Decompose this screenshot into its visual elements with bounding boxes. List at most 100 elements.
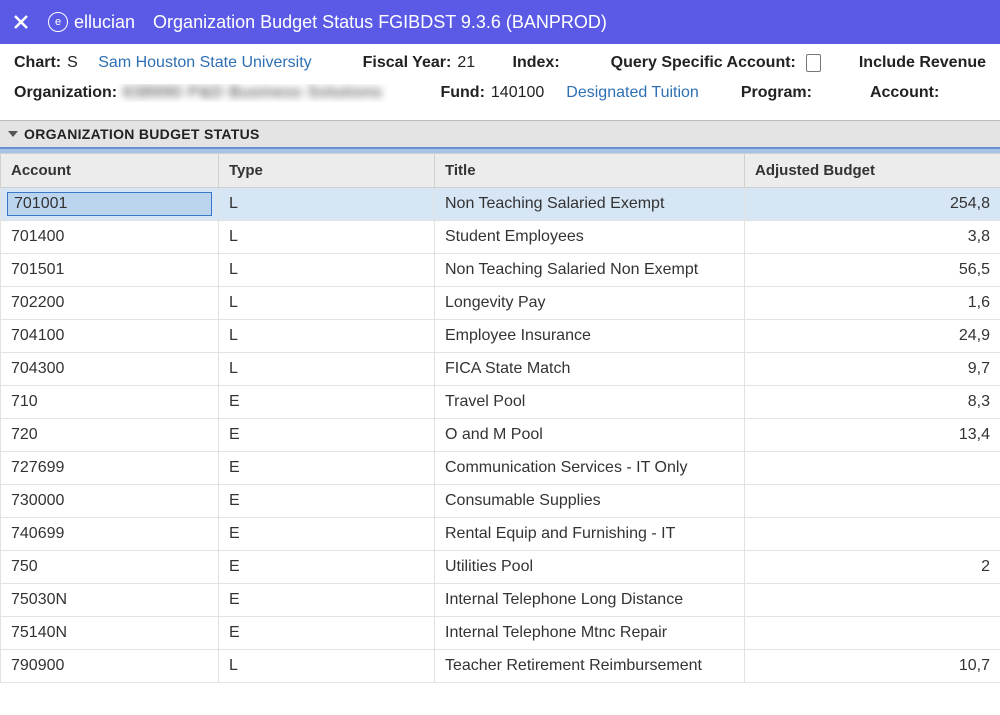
- account-label: Account:: [870, 84, 939, 102]
- cell-type[interactable]: L: [219, 287, 435, 320]
- table-row[interactable]: 720EO and M Pool13,4: [1, 419, 1000, 452]
- chart-label: Chart:: [14, 54, 61, 72]
- cell-adjusted-budget[interactable]: [745, 452, 1000, 485]
- cell-account[interactable]: 704300: [1, 353, 219, 386]
- chart-link[interactable]: Sam Houston State University: [98, 54, 311, 72]
- fiscal-year-value: 21: [457, 54, 475, 72]
- table-row[interactable]: 75030NEInternal Telephone Long Distance: [1, 584, 1000, 617]
- cell-type[interactable]: E: [219, 617, 435, 650]
- cell-type[interactable]: L: [219, 221, 435, 254]
- cell-title[interactable]: Student Employees: [435, 221, 745, 254]
- cell-adjusted-budget[interactable]: 1,6: [745, 287, 1000, 320]
- table-row[interactable]: 730000EConsumable Supplies: [1, 485, 1000, 518]
- brand: e ellucian: [48, 12, 135, 33]
- cell-adjusted-budget[interactable]: 56,5: [745, 254, 1000, 287]
- cell-account[interactable]: 701001: [1, 188, 219, 221]
- cell-title[interactable]: Consumable Supplies: [435, 485, 745, 518]
- cell-title[interactable]: Employee Insurance: [435, 320, 745, 353]
- index-label: Index:: [513, 54, 560, 72]
- cell-type[interactable]: E: [219, 518, 435, 551]
- cell-adjusted-budget[interactable]: [745, 518, 1000, 551]
- fund-label: Fund:: [440, 84, 484, 102]
- cell-adjusted-budget[interactable]: 2: [745, 551, 1000, 584]
- table-row[interactable]: 701001 LNon Teaching Salaried Exempt254,8: [1, 188, 1000, 221]
- cell-account[interactable]: 720: [1, 419, 219, 452]
- table-row[interactable]: 750EUtilities Pool2: [1, 551, 1000, 584]
- cell-adjusted-budget[interactable]: 3,8: [745, 221, 1000, 254]
- cell-adjusted-budget[interactable]: [745, 485, 1000, 518]
- table-row[interactable]: 701501LNon Teaching Salaried Non Exempt5…: [1, 254, 1000, 287]
- col-header-title[interactable]: Title: [435, 154, 745, 188]
- cell-account[interactable]: 730000: [1, 485, 219, 518]
- cell-type[interactable]: L: [219, 254, 435, 287]
- cell-type[interactable]: E: [219, 419, 435, 452]
- table-row[interactable]: 701400LStudent Employees3,8: [1, 221, 1000, 254]
- account-input[interactable]: 701001: [7, 192, 212, 216]
- cell-title[interactable]: Communication Services - IT Only: [435, 452, 745, 485]
- table-row[interactable]: 704300LFICA State Match9,7: [1, 353, 1000, 386]
- cell-adjusted-budget[interactable]: 24,9: [745, 320, 1000, 353]
- cell-type[interactable]: E: [219, 584, 435, 617]
- query-specific-label: Query Specific Account:: [611, 54, 796, 72]
- fund-link[interactable]: Designated Tuition: [566, 84, 699, 102]
- cell-adjusted-budget[interactable]: 10,7: [745, 650, 1000, 683]
- fiscal-year-label: Fiscal Year:: [363, 54, 452, 72]
- table-row[interactable]: 727699ECommunication Services - IT Only: [1, 452, 1000, 485]
- cell-account[interactable]: 710: [1, 386, 219, 419]
- col-header-budget[interactable]: Adjusted Budget: [745, 154, 1000, 188]
- table-row[interactable]: 790900LTeacher Retirement Reimbursement1…: [1, 650, 1000, 683]
- cell-title[interactable]: Utilities Pool: [435, 551, 745, 584]
- cell-title[interactable]: Internal Telephone Mtnc Repair: [435, 617, 745, 650]
- cell-adjusted-budget[interactable]: [745, 584, 1000, 617]
- query-specific-checkbox[interactable]: [806, 54, 822, 72]
- cell-account[interactable]: 790900: [1, 650, 219, 683]
- collapse-toggle-icon[interactable]: [8, 131, 18, 137]
- col-header-type[interactable]: Type: [219, 154, 435, 188]
- cell-title[interactable]: Internal Telephone Long Distance: [435, 584, 745, 617]
- table-row[interactable]: 710ETravel Pool8,3: [1, 386, 1000, 419]
- cell-title[interactable]: Longevity Pay: [435, 287, 745, 320]
- cell-adjusted-budget[interactable]: 254,8: [745, 188, 1000, 221]
- cell-type[interactable]: E: [219, 485, 435, 518]
- filter-panel: Chart: S Sam Houston State University Fi…: [0, 44, 1000, 120]
- cell-account[interactable]: 704100: [1, 320, 219, 353]
- filter-row-1: Chart: S Sam Houston State University Fi…: [14, 54, 986, 72]
- cell-type[interactable]: E: [219, 551, 435, 584]
- cell-title[interactable]: Travel Pool: [435, 386, 745, 419]
- cell-account[interactable]: 727699: [1, 452, 219, 485]
- cell-type[interactable]: E: [219, 386, 435, 419]
- cell-account[interactable]: 75030N: [1, 584, 219, 617]
- cell-type[interactable]: L: [219, 188, 435, 221]
- cell-account[interactable]: 701400: [1, 221, 219, 254]
- cell-type[interactable]: L: [219, 650, 435, 683]
- brand-name: ellucian: [74, 12, 135, 33]
- cell-type[interactable]: L: [219, 353, 435, 386]
- app-header: e ellucian Organization Budget Status FG…: [0, 0, 1000, 44]
- table-row[interactable]: 702200LLongevity Pay1,6: [1, 287, 1000, 320]
- brand-logo-icon: e: [48, 12, 68, 32]
- cell-adjusted-budget[interactable]: 13,4: [745, 419, 1000, 452]
- filter-row-2: Organization: 638990 P&D Business Soluti…: [14, 84, 986, 102]
- cell-title[interactable]: Rental Equip and Furnishing - IT: [435, 518, 745, 551]
- table-row[interactable]: 704100LEmployee Insurance24,9: [1, 320, 1000, 353]
- cell-adjusted-budget[interactable]: 9,7: [745, 353, 1000, 386]
- close-icon[interactable]: [12, 13, 30, 31]
- table-row[interactable]: 740699ERental Equip and Furnishing - IT: [1, 518, 1000, 551]
- table-row[interactable]: 75140NEInternal Telephone Mtnc Repair: [1, 617, 1000, 650]
- cell-type[interactable]: L: [219, 320, 435, 353]
- cell-title[interactable]: O and M Pool: [435, 419, 745, 452]
- cell-account[interactable]: 75140N: [1, 617, 219, 650]
- cell-title[interactable]: Teacher Retirement Reimbursement: [435, 650, 745, 683]
- cell-adjusted-budget[interactable]: 8,3: [745, 386, 1000, 419]
- cell-account[interactable]: 740699: [1, 518, 219, 551]
- cell-type[interactable]: E: [219, 452, 435, 485]
- cell-title[interactable]: Non Teaching Salaried Exempt: [435, 188, 745, 221]
- cell-title[interactable]: FICA State Match: [435, 353, 745, 386]
- cell-title[interactable]: Non Teaching Salaried Non Exempt: [435, 254, 745, 287]
- cell-account[interactable]: 750: [1, 551, 219, 584]
- col-header-account[interactable]: Account: [1, 154, 219, 188]
- section-title: ORGANIZATION BUDGET STATUS: [24, 126, 260, 142]
- cell-account[interactable]: 701501: [1, 254, 219, 287]
- cell-adjusted-budget[interactable]: [745, 617, 1000, 650]
- cell-account[interactable]: 702200: [1, 287, 219, 320]
